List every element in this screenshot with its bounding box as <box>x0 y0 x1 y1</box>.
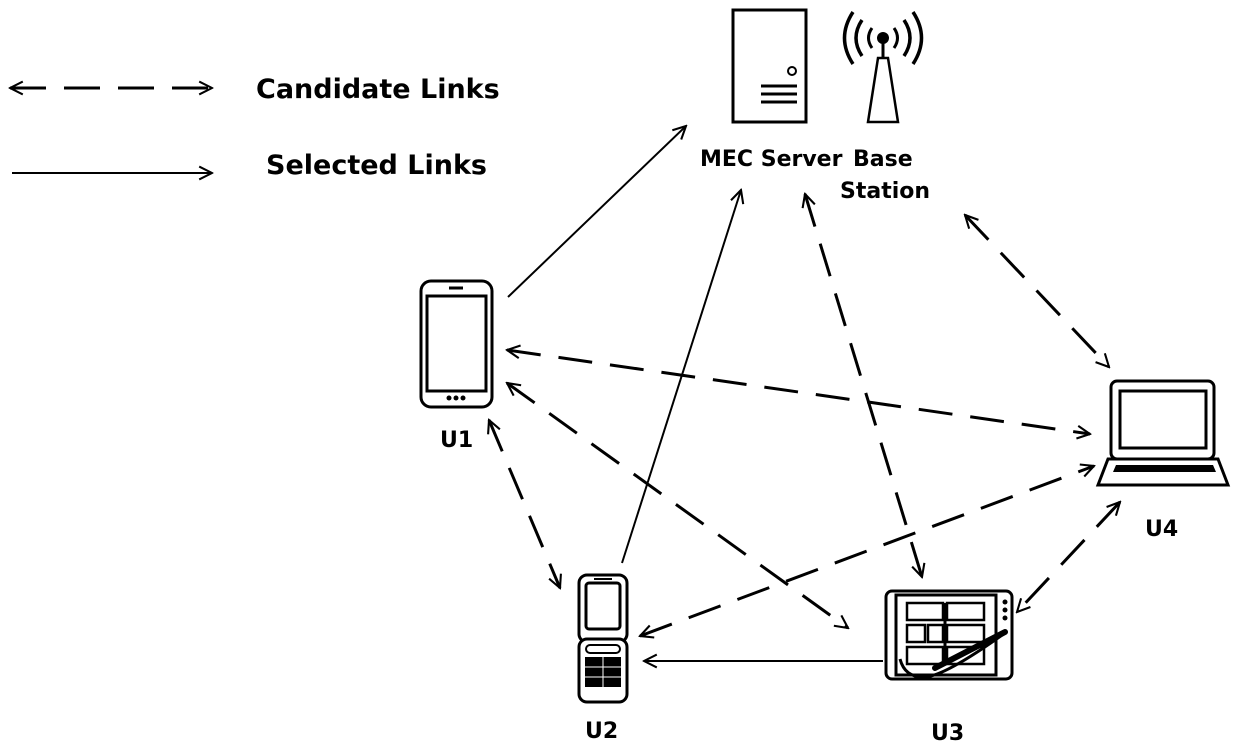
smartphone-icon <box>419 279 494 409</box>
link-u4-u3 <box>1017 502 1120 612</box>
candidate-links <box>489 194 1120 636</box>
link-u1-u4 <box>507 350 1090 434</box>
base-station-label-line2: Station <box>840 179 930 204</box>
selected-links <box>507 126 883 661</box>
u3-label: U3 <box>931 721 964 746</box>
u1-label: U1 <box>440 428 473 453</box>
link-u1-mec <box>507 126 686 298</box>
link-u1-u3 <box>507 383 848 628</box>
u4-label: U4 <box>1145 517 1178 542</box>
u2-label: U2 <box>585 719 618 744</box>
server-icon <box>731 8 808 124</box>
tablet-stylus-icon <box>884 589 1014 681</box>
legend-candidate-label: Candidate Links <box>256 74 500 105</box>
link-u1-u2 <box>489 420 560 588</box>
link-bs-u4 <box>965 215 1109 367</box>
network-diagram: Candidate Links Selected Links MEC Serve… <box>0 8 1231 746</box>
base-station-label-line1: Base <box>853 147 913 172</box>
legend-selected-label: Selected Links <box>266 150 487 181</box>
legend: Candidate Links Selected Links <box>10 74 500 181</box>
flip-phone-icon <box>577 573 629 704</box>
link-mec-u3 <box>805 194 922 577</box>
mec-server-label: MEC Server <box>700 147 843 172</box>
laptop-icon <box>1095 379 1231 487</box>
antenna-tower-icon <box>842 11 924 124</box>
link-u2-u4 <box>640 466 1094 636</box>
